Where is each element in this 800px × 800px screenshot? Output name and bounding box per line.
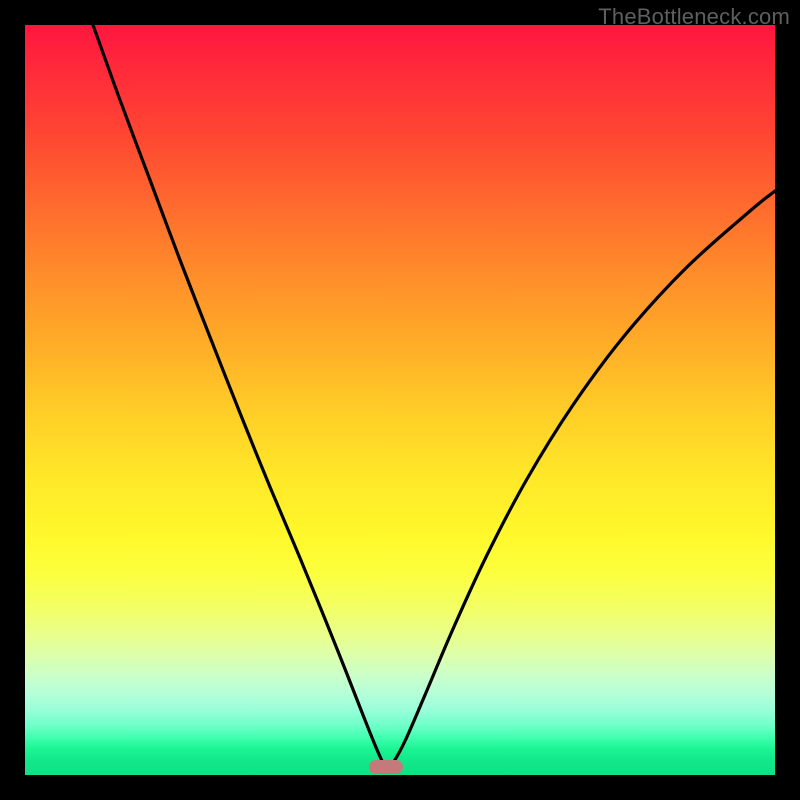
optimum-marker [369,760,403,774]
watermark-label: TheBottleneck.com [598,4,790,30]
plot-area [25,25,775,775]
bottleneck-curve [25,25,775,775]
chart-frame: TheBottleneck.com [0,0,800,800]
